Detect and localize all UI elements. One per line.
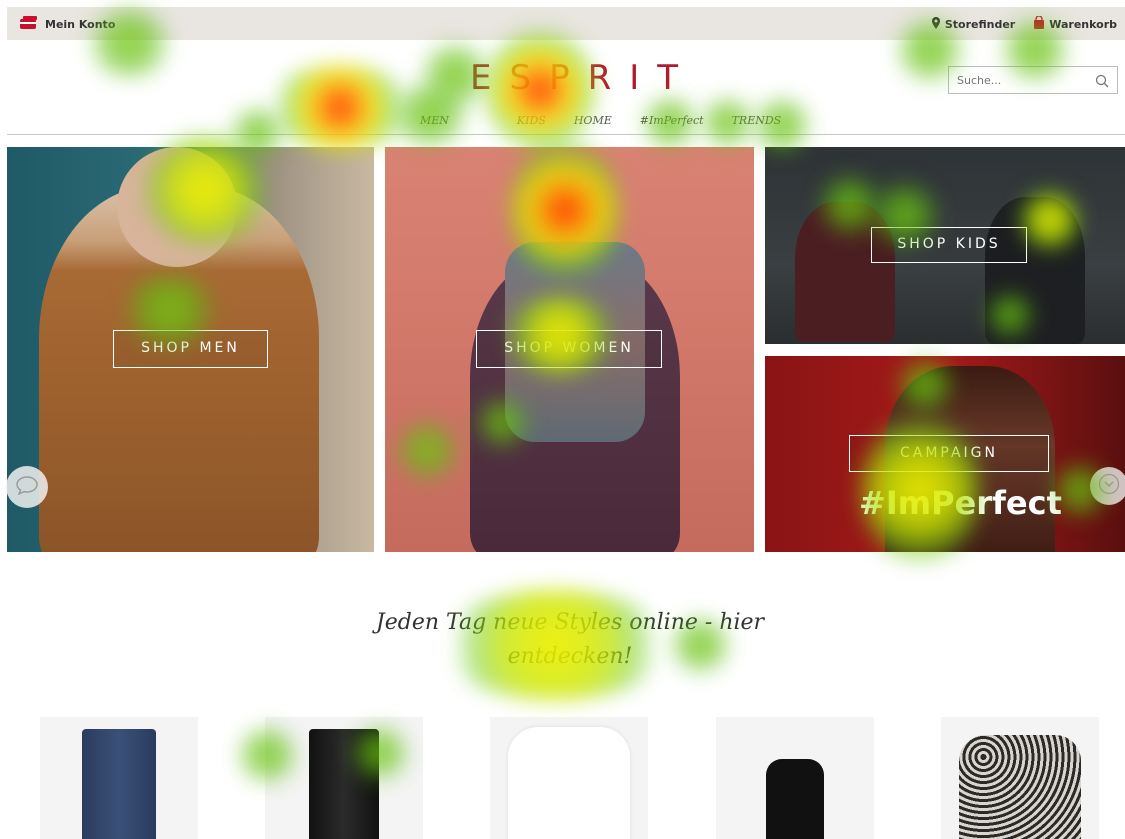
chevron-down-icon [1098, 473, 1120, 499]
nav-item-men[interactable]: MEN [420, 114, 449, 127]
product-image-floral-blouse [959, 735, 1081, 839]
model-men-head [117, 147, 237, 267]
search-box[interactable] [948, 66, 1118, 94]
brand-logo[interactable]: ESPRIT [470, 58, 696, 98]
nav-item-home[interactable]: HOME [574, 114, 612, 127]
product-image-white-blouse [508, 727, 630, 839]
shop-women-button[interactable]: SHOP WOMEN [476, 330, 662, 368]
shop-men-button[interactable]: SHOP MEN [113, 330, 268, 368]
kids-image-2 [985, 197, 1085, 344]
nav-item-kids[interactable]: KIDS [517, 114, 546, 127]
tagline: Jeden Tag neue Styles online - hier entd… [375, 610, 765, 669]
hero-tile-women[interactable]: SHOP WOMEN [385, 147, 754, 552]
cart-link[interactable]: Warenkorb [1033, 15, 1117, 32]
account-label: Mein Konto [45, 18, 116, 31]
location-pin-icon [931, 16, 941, 32]
product-image-black-top [766, 759, 824, 839]
nav-divider [7, 134, 1125, 135]
wallet-icon [19, 16, 39, 33]
nav-item-trends[interactable]: TRENDS [732, 114, 782, 127]
search-input[interactable] [949, 67, 1092, 93]
product-image-jeans-black [309, 729, 379, 839]
nav-item-imperfect[interactable]: #ImPerfect [640, 114, 704, 127]
product-card[interactable] [490, 717, 648, 839]
shop-kids-button[interactable]: SHOP KIDS [871, 227, 1027, 263]
chat-button[interactable] [6, 466, 48, 508]
scroll-down-button[interactable] [1090, 467, 1125, 505]
cart-label: Warenkorb [1049, 17, 1117, 31]
product-card[interactable] [265, 717, 423, 839]
campaign-button[interactable]: CAMPAIGN [849, 435, 1049, 472]
storefinder-label: Storefinder [944, 17, 1016, 31]
shopping-bag-icon [1033, 15, 1045, 32]
hero-tile-kids[interactable]: SHOP KIDS [765, 147, 1125, 344]
storefinder-link[interactable]: Storefinder [931, 16, 1015, 32]
product-card[interactable] [941, 717, 1099, 839]
campaign-hashtag: #ImPerfect [859, 484, 1062, 522]
kids-image [795, 202, 895, 342]
hero-tile-men[interactable]: SHOP MEN [7, 147, 374, 552]
product-image-jeans-blue [82, 729, 156, 839]
main-nav: MEN KIDS HOME #ImPerfect TRENDS [420, 114, 781, 127]
top-bar: Mein Konto Storefinder Warenkorb [7, 7, 1125, 40]
product-card[interactable] [716, 717, 874, 839]
speech-bubble-icon [15, 475, 39, 499]
product-card[interactable] [40, 717, 198, 839]
account-link[interactable]: Mein Konto [19, 16, 115, 33]
hero-tile-campaign[interactable]: CAMPAIGN #ImPerfect [765, 356, 1125, 552]
search-icon[interactable] [1095, 73, 1109, 92]
